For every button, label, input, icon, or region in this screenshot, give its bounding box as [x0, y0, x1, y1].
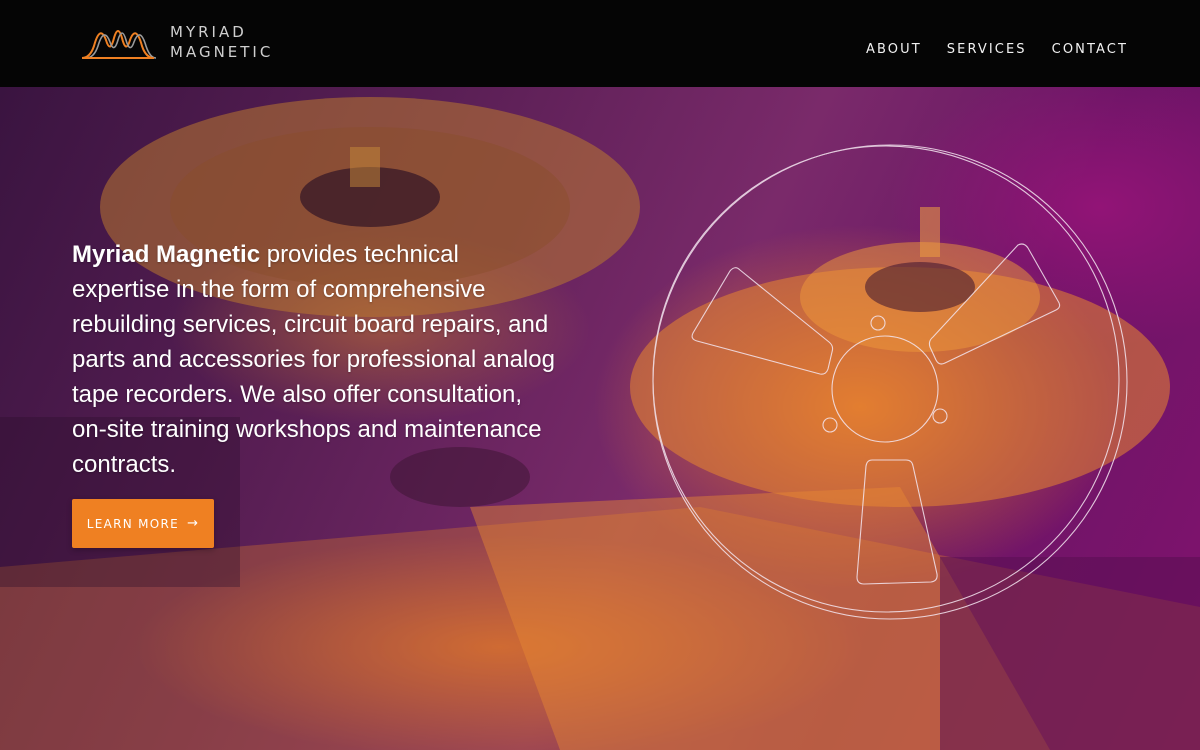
hero-section: Myriad Magnetic provides technical exper…: [0, 87, 1200, 750]
main-nav: ABOUT SERVICES CONTACT: [866, 42, 1128, 57]
brand-name-line2: MAGNETIC: [170, 43, 274, 61]
hero-lead: Myriad Magnetic: [72, 241, 261, 268]
brand-name: MYRIAD MAGNETIC: [170, 22, 273, 62]
nav-contact[interactable]: CONTACT: [1052, 42, 1128, 57]
brand-logo[interactable]: MYRIAD MAGNETIC: [80, 20, 273, 64]
waveform-logo-icon: [81, 30, 156, 59]
learn-more-label: LEARN MORE: [86, 516, 180, 531]
hero-body: provides technical expertise in the form…: [72, 241, 555, 478]
arrow-right-icon: →: [187, 516, 200, 531]
nav-services[interactable]: SERVICES: [947, 42, 1027, 57]
site-header: MYRIAD MAGNETIC ABOUT SERVICES CONTACT: [0, 0, 1200, 87]
learn-more-button[interactable]: LEARN MORE →: [72, 499, 214, 548]
brand-name-line1: MYRIAD: [170, 23, 247, 41]
hero-description: Myriad Magnetic provides technical exper…: [72, 237, 562, 482]
nav-about[interactable]: ABOUT: [866, 42, 922, 57]
